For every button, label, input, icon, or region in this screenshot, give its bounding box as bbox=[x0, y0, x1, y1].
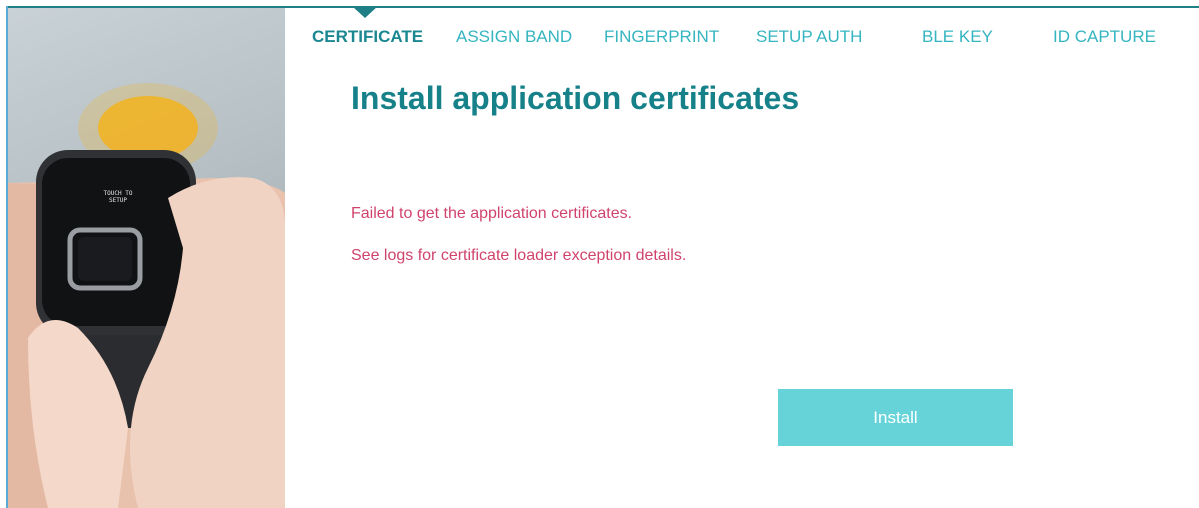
tab-ble-key[interactable]: BLE KEY bbox=[922, 27, 993, 47]
error-message: Failed to get the application certificat… bbox=[351, 205, 633, 222]
tab-setup-auth[interactable]: SETUP AUTH bbox=[756, 27, 862, 47]
install-button[interactable]: Install bbox=[778, 389, 1013, 446]
tab-id-capture[interactable]: ID CAPTURE bbox=[1053, 27, 1156, 47]
active-tab-indicator bbox=[352, 6, 378, 18]
step-tabs: CERTIFICATE ASSIGN BAND FINGERPRINT SETU… bbox=[0, 0, 1199, 60]
smartwatch-photo: TOUCH TO SETUP bbox=[8, 8, 285, 508]
tab-certificate[interactable]: CERTIFICATE bbox=[312, 27, 423, 47]
page-title: Install application certificates bbox=[351, 80, 800, 116]
error-detail-message: See logs for certificate loader exceptio… bbox=[351, 247, 687, 264]
tab-assign-band[interactable]: ASSIGN BAND bbox=[456, 27, 572, 47]
watch-screen-text: TOUCH TO SETUP bbox=[103, 190, 133, 204]
tab-fingerprint[interactable]: FINGERPRINT bbox=[604, 27, 719, 47]
